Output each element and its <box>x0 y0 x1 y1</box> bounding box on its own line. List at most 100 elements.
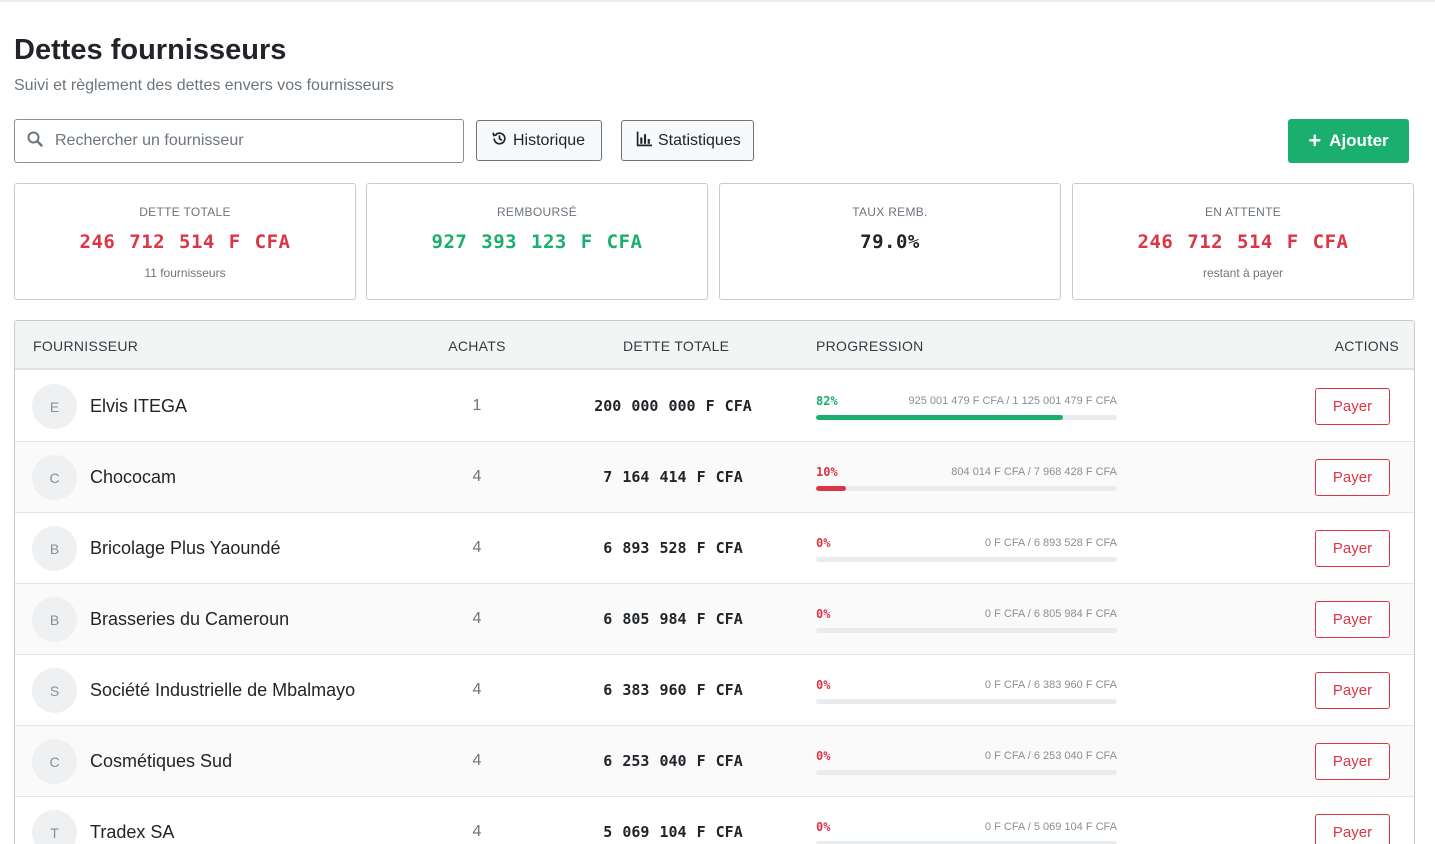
progress-percent: 82% <box>816 394 838 408</box>
pay-button[interactable]: Payer <box>1315 743 1390 780</box>
progress-bar <box>816 415 1117 420</box>
card-sub: 11 fournisseurs <box>144 266 226 280</box>
progress-bar <box>816 628 1117 633</box>
debt-amount: 6 893 528 F CFA <box>603 539 743 557</box>
purchase-count: 4 <box>472 610 482 627</box>
plus-icon: + <box>1308 128 1322 153</box>
purchase-count: 4 <box>472 681 482 698</box>
progress-ratio: 0 F CFA / 6 253 040 F CFA <box>984 750 1117 762</box>
purchase-count: 4 <box>472 468 482 485</box>
add-button[interactable]: + Ajouter <box>1288 119 1409 163</box>
progress-percent: 0% <box>816 607 831 621</box>
history-button-label: Historique <box>513 131 586 149</box>
add-button-label: Ajouter <box>1329 131 1389 150</box>
pay-button[interactable]: Payer <box>1315 814 1390 844</box>
debt-amount: 200 000 000 F CFA <box>594 397 752 415</box>
page-subtitle: Suivi et règlement des dettes envers vos… <box>14 77 394 94</box>
table-row: C Chococam 4 7 164 414 F CFA 10% 804 014… <box>15 442 1414 513</box>
card-value: 927 393 123 F CFA <box>431 231 643 253</box>
progress-ratio: 0 F CFA / 6 893 528 F CFA <box>984 537 1117 549</box>
progress-fill <box>816 486 847 491</box>
header-actions: ACTIONS <box>1334 338 1399 354</box>
avatar: T <box>32 810 77 844</box>
progress-percent: 0% <box>816 820 831 834</box>
header-supplier: FOURNISSEUR <box>33 338 139 354</box>
progress-percent: 0% <box>816 536 831 550</box>
progress-ratio: 925 001 479 F CFA / 1 125 001 479 F CFA <box>908 395 1117 407</box>
pay-button[interactable]: Payer <box>1315 530 1390 567</box>
table-row: B Bricolage Plus Yaoundé 4 6 893 528 F C… <box>15 513 1414 584</box>
card-label: REMBOURSÉ <box>496 205 578 219</box>
progress-bar <box>816 557 1117 562</box>
table-header: FOURNISSEUR ACHATS DETTE TOTALE PROGRESS… <box>15 321 1414 370</box>
purchase-count: 4 <box>472 823 482 840</box>
progress-bar <box>816 699 1117 704</box>
supplier-name: Société Industrielle de Mbalmayo <box>90 680 356 700</box>
progress-ratio: 0 F CFA / 5 069 104 F CFA <box>984 821 1117 833</box>
purchase-count: 4 <box>472 752 482 769</box>
progress-ratio: 0 F CFA / 6 805 984 F CFA <box>984 608 1117 620</box>
debt-amount: 6 805 984 F CFA <box>603 610 743 628</box>
card-pending: EN ATTENTE 246 712 514 F CFA restant à p… <box>1072 183 1414 300</box>
pay-button[interactable]: Payer <box>1315 672 1390 709</box>
progress-percent: 10% <box>816 465 838 479</box>
avatar: B <box>32 526 77 571</box>
suppliers-table: FOURNISSEUR ACHATS DETTE TOTALE PROGRESS… <box>14 320 1415 844</box>
debt-amount: 6 253 040 F CFA <box>603 752 743 770</box>
history-button[interactable]: Historique <box>476 120 602 161</box>
table-row: B Brasseries du Cameroun 4 6 805 984 F C… <box>15 584 1414 655</box>
card-label: EN ATTENTE <box>1204 205 1282 219</box>
supplier-name: Tradex SA <box>90 822 175 842</box>
pay-button[interactable]: Payer <box>1315 601 1390 638</box>
header-progress: PROGRESSION <box>816 338 924 354</box>
history-icon <box>491 130 513 152</box>
supplier-name: Chococam <box>90 467 177 487</box>
search-box[interactable] <box>14 119 464 163</box>
pay-button[interactable]: Payer <box>1315 459 1390 496</box>
statistics-button-label: Statistiques <box>658 131 741 149</box>
header-purchases: ACHATS <box>448 338 506 354</box>
card-reimbursed: REMBOURSÉ 927 393 123 F CFA <box>366 183 708 300</box>
statistics-button[interactable]: Statistiques <box>621 120 754 161</box>
progress-percent: 0% <box>816 678 831 692</box>
debt-amount: 5 069 104 F CFA <box>603 823 743 841</box>
debt-amount: 7 164 414 F CFA <box>603 468 743 486</box>
debt-amount: 6 383 960 F CFA <box>603 681 743 699</box>
card-value: 246 712 514 F CFA <box>1137 231 1349 253</box>
search-input[interactable] <box>55 132 435 150</box>
supplier-name: Cosmétiques Sud <box>90 751 233 771</box>
supplier-name: Bricolage Plus Yaoundé <box>90 538 281 558</box>
top-border <box>0 0 1435 2</box>
page-title: Dettes fournisseurs <box>14 34 287 66</box>
avatar: C <box>32 739 77 784</box>
purchase-count: 1 <box>472 397 482 414</box>
card-total-debt: DETTE TOTALE 246 712 514 F CFA 11 fourni… <box>14 183 356 300</box>
progress-fill <box>816 415 1063 420</box>
card-label: TAUX REMB. <box>852 205 928 219</box>
card-value: 246 712 514 F CFA <box>79 231 291 253</box>
avatar: S <box>32 668 77 713</box>
bar-chart-icon <box>636 130 658 152</box>
card-value: 79.0% <box>860 231 920 253</box>
progress-bar <box>816 486 1117 491</box>
progress-ratio: 0 F CFA / 6 383 960 F CFA <box>984 679 1117 691</box>
avatar: E <box>32 384 77 429</box>
card-label: DETTE TOTALE <box>139 205 231 219</box>
avatar: B <box>32 597 77 642</box>
table-row: S Société Industrielle de Mbalmayo 4 6 3… <box>15 655 1414 726</box>
card-reimbursement-rate: TAUX REMB. 79.0% <box>719 183 1061 300</box>
search-icon <box>27 131 43 152</box>
progress-ratio: 804 014 F CFA / 7 968 428 F CFA <box>951 466 1117 478</box>
supplier-name: Brasseries du Cameroun <box>90 609 290 629</box>
supplier-name: Elvis ITEGA <box>90 396 188 416</box>
avatar: C <box>32 455 77 500</box>
header-total-debt: DETTE TOTALE <box>623 338 730 354</box>
progress-percent: 0% <box>816 749 831 763</box>
purchase-count: 4 <box>472 539 482 556</box>
table-row: C Cosmétiques Sud 4 6 253 040 F CFA 0% 0… <box>15 726 1414 797</box>
table-row: T Tradex SA 4 5 069 104 F CFA 0% 0 F CFA… <box>15 797 1414 844</box>
pay-button[interactable]: Payer <box>1315 388 1390 425</box>
table-row: E Elvis ITEGA 1 200 000 000 F CFA 82% 92… <box>15 371 1414 442</box>
card-sub: restant à payer <box>1202 266 1284 280</box>
progress-bar <box>816 770 1117 775</box>
